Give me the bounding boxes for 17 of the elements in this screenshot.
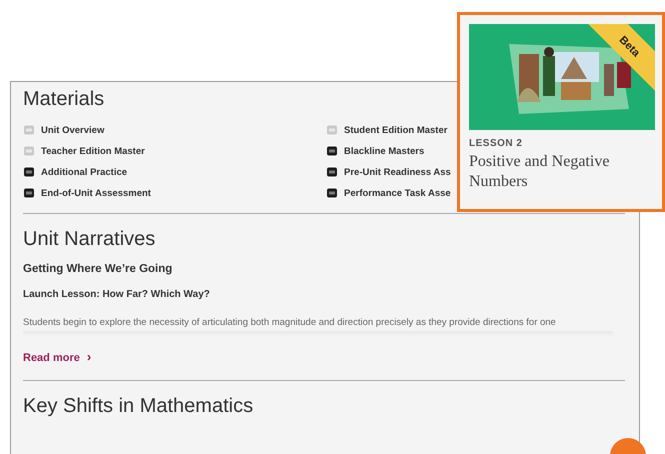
section-heading: Materials [23,88,106,111]
material-link[interactable]: Teacher Edition Master [23,145,145,157]
material-link[interactable]: Additional Practice [23,166,128,178]
lesson-title: Launch Lesson: How Far? Which Way? [23,289,211,300]
material-link[interactable]: Student Edition Master [326,124,448,136]
narrative-subtitle: Getting Where We’re Going [23,263,174,275]
material-link[interactable]: Pre-Unit Readiness Ass [326,166,451,178]
narrative-text: Students begin to explore the necessity of articulating both magnitude and direction precisely as they provide directions for one [23,317,557,328]
material-link[interactable]: Performance Task Asse [326,187,451,199]
lesson-number: LESSON 2 [469,138,524,149]
lesson-card-title: Positive and Negative Numbers [469,152,610,192]
material-link[interactable]: End-of-Unit Assessment [23,187,151,199]
section-heading: Unit Narratives [23,228,156,251]
material-link[interactable]: Unit Overview [23,124,104,136]
read-more-link[interactable]: Read more › [23,349,92,364]
material-link[interactable]: Blackline Masters [326,145,424,157]
section-heading: Key Shifts in Mathematics [23,395,254,418]
